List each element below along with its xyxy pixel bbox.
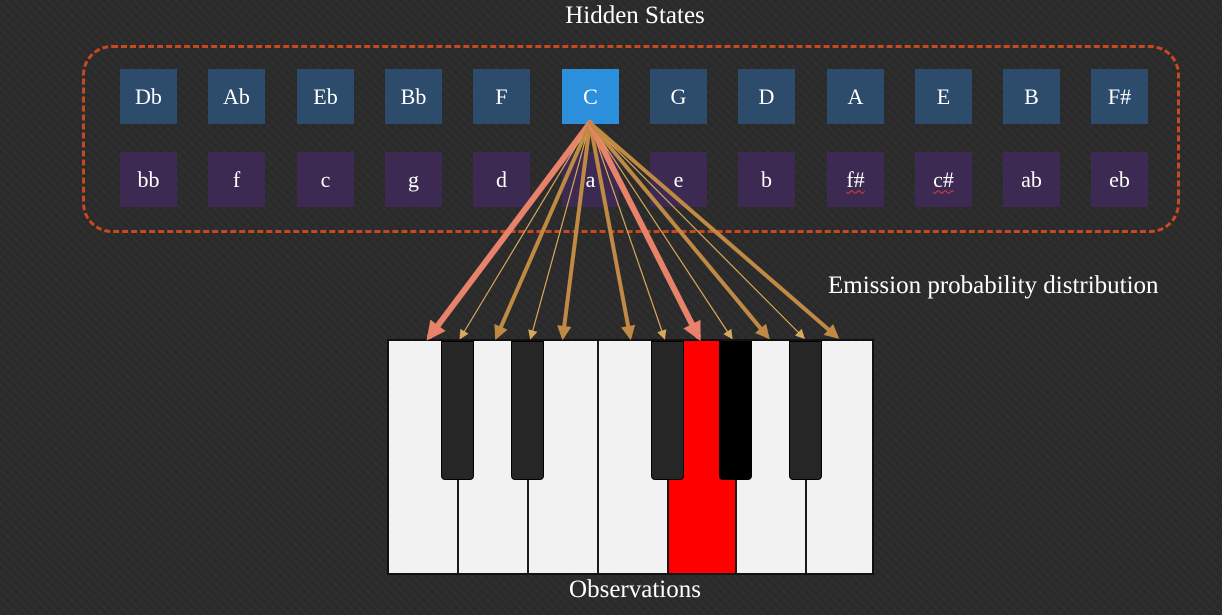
observations-label: Observations [569, 576, 701, 603]
emission-arrow-dsharp [528, 122, 591, 340]
emission-arrow-asharp [589, 122, 806, 340]
emission-arrow-csharp [459, 122, 591, 340]
emission-probability-label: Emission probability distribution [828, 272, 1159, 299]
emission-arrows [426, 120, 840, 342]
emission-arrow-g [587, 120, 701, 342]
